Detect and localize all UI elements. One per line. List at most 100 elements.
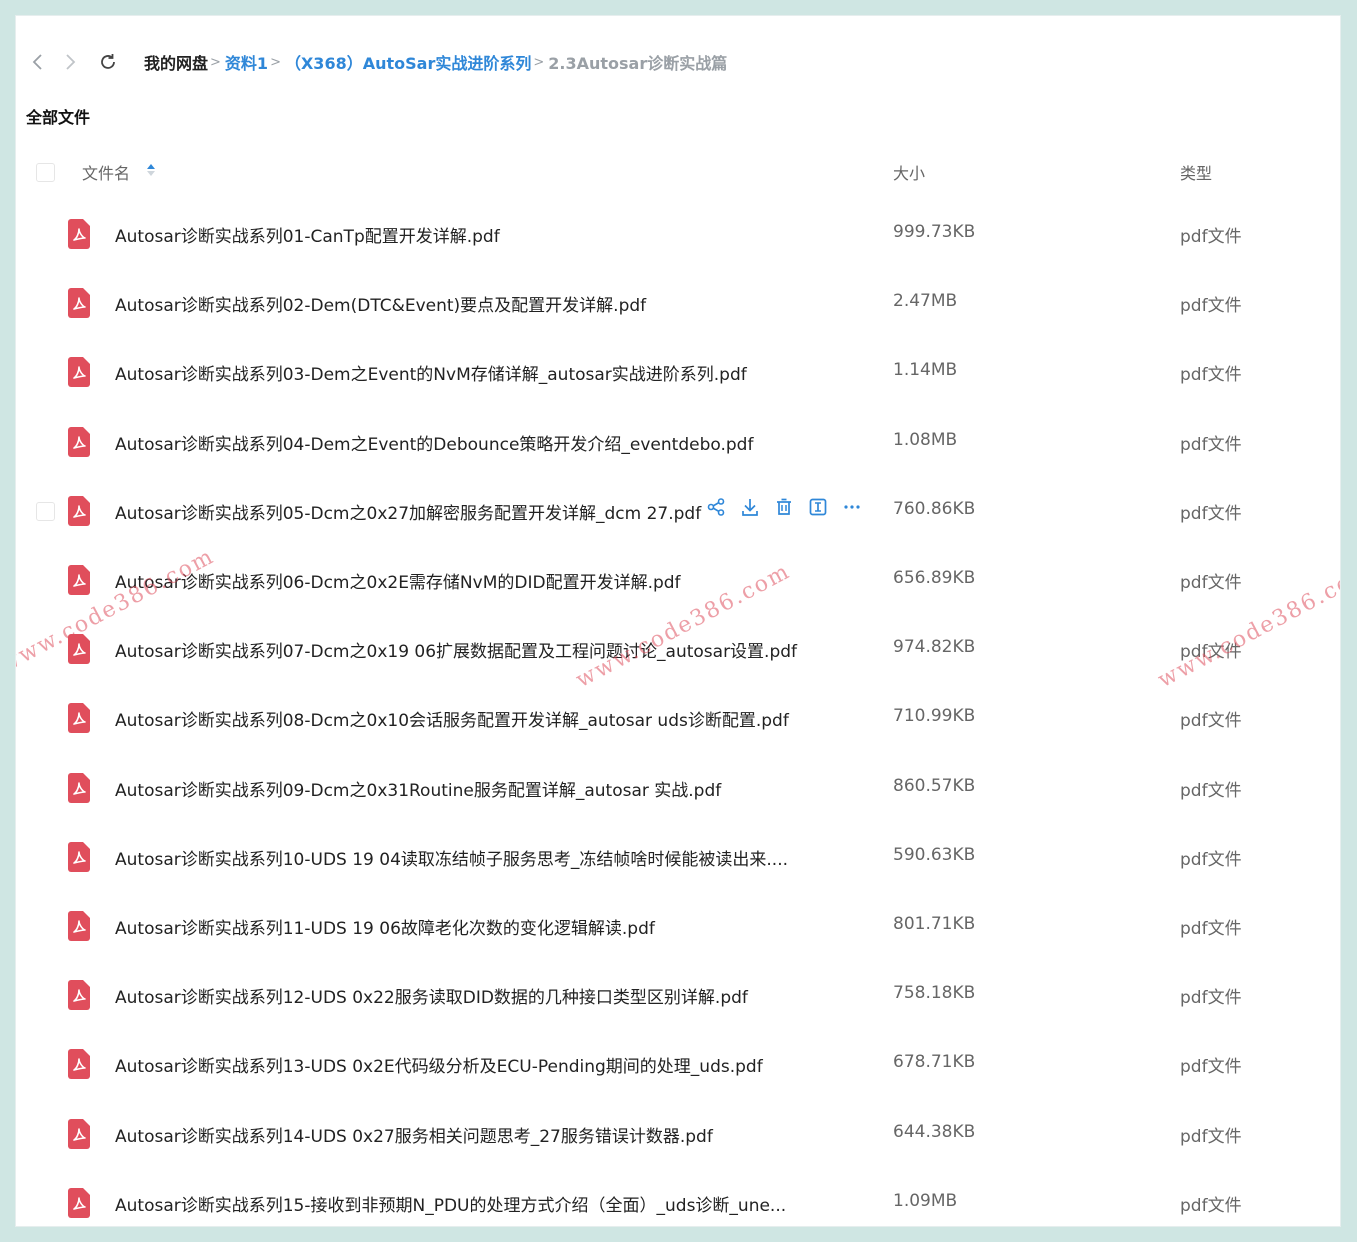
file-type: pdf文件 (1180, 711, 1242, 732)
file-type: pdf文件 (1180, 919, 1242, 939)
file-name-link[interactable]: Autosar诊断实战系列03-Dem之Event的NvM存储详解_autosa… (115, 360, 747, 385)
file-size: 974.82KB (893, 637, 976, 658)
chevron-left-icon (32, 54, 42, 70)
rename-button[interactable] (808, 497, 828, 517)
file-size: 1.09MB (893, 1190, 958, 1211)
file-name-link[interactable]: Autosar诊断实战系列11-UDS 19 06故障老化次数的变化逻辑解读.p… (115, 914, 655, 939)
file-name-link[interactable]: Autosar诊断实战系列15-接收到非预期N_PDU的处理方式介绍（全面）_u… (115, 1191, 786, 1216)
file-name-link[interactable]: Autosar诊断实战系列08-Dcm之0x10会话服务配置开发详解_autos… (115, 706, 789, 731)
file-size: 2.47MB (893, 291, 958, 312)
table-header: 文件名 大小 类型 (16, 154, 1340, 190)
download-button[interactable] (740, 497, 760, 517)
column-header-size[interactable]: 大小 (893, 160, 925, 184)
breadcrumb-item[interactable]: （X368）AutoSar实战进阶系列 (285, 50, 531, 74)
share-button[interactable] (706, 497, 726, 517)
row-checkbox[interactable] (36, 501, 55, 521)
pdf-file-icon (68, 357, 90, 388)
rename-icon (809, 498, 827, 516)
more-icon (844, 505, 860, 509)
file-name-link[interactable]: Autosar诊断实战系列13-UDS 0x2E代码级分析及ECU-Pendin… (115, 1052, 763, 1077)
file-size: 710.99KB (893, 706, 976, 727)
file-size: 656.89KB (893, 568, 976, 588)
pdf-file-icon (68, 703, 90, 734)
file-name-link[interactable]: Autosar诊断实战系列01-CanTp配置开发详解.pdf (115, 222, 500, 247)
file-name-link[interactable]: Autosar诊断实战系列05-Dcm之0x27加解密服务配置开发详解_dcm … (115, 499, 701, 524)
file-size: 801.71KB (893, 914, 976, 934)
file-size: 860.57KB (893, 775, 976, 796)
sort-asc-icon[interactable] (146, 162, 156, 178)
file-name-link[interactable]: Autosar诊断实战系列04-Dem之Event的Debounce策略开发介绍… (115, 430, 753, 455)
table-row[interactable]: Autosar诊断实战系列09-Dcm之0x31Routine服务配置详解_au… (16, 754, 1340, 823)
pdf-file-icon (68, 841, 90, 872)
breadcrumb-separator: > (533, 54, 545, 70)
refresh-button[interactable] (94, 48, 122, 76)
table-row[interactable]: Autosar诊断实战系列01-CanTp配置开发详解.pdf 999.73KB p… (16, 200, 1340, 269)
file-type: pdf文件 (1180, 434, 1242, 455)
more-button[interactable] (842, 497, 862, 517)
breadcrumb: 我的网盘 > 资料1 > （X368）AutoSar实战进阶系列 > 2.3Au… (144, 50, 727, 74)
table-row[interactable]: Autosar诊断实战系列03-Dem之Event的NvM存储详解_autosa… (16, 338, 1340, 407)
file-name-link[interactable]: Autosar诊断实战系列14-UDS 0x27服务相关问题思考_27服务错误计… (115, 1122, 713, 1147)
file-name-link[interactable]: Autosar诊断实战系列07-Dcm之0x19 06扩展数据配置及工程问题讨论… (115, 637, 797, 662)
table-row[interactable]: Autosar诊断实战系列06-Dcm之0x2E需存储NvM的DID配置开发详解… (16, 546, 1340, 615)
file-type: pdf文件 (1180, 780, 1242, 801)
breadcrumb-separator: > (270, 54, 281, 70)
file-size: 678.71KB (893, 1052, 976, 1073)
toolbar: 我的网盘 > 资料1 > （X368）AutoSar实战进阶系列 > 2.3Au… (16, 44, 1340, 80)
file-size: 1.08MB (893, 429, 958, 450)
file-type: pdf文件 (1180, 365, 1242, 386)
table-row[interactable]: Autosar诊断实战系列08-Dcm之0x10会话服务配置开发详解_autos… (16, 684, 1340, 753)
select-all-checkbox[interactable] (36, 163, 55, 182)
table-row[interactable]: Autosar诊断实战系列05-Dcm之0x27加解密服务配置开发详解_dcm … (16, 477, 1340, 546)
table-row[interactable]: Autosar诊断实战系列13-UDS 0x2E代码级分析及ECU-Pendin… (16, 1030, 1340, 1099)
table-row[interactable]: Autosar诊断实战系列11-UDS 19 06故障老化次数的变化逻辑解读.p… (16, 892, 1340, 961)
file-size: 644.38KB (893, 1121, 976, 1142)
share-icon (707, 497, 725, 516)
file-type: pdf文件 (1180, 573, 1242, 593)
file-name-link[interactable]: Autosar诊断实战系列02-Dem(DTC&Event)要点及配置开发详解.… (115, 291, 646, 316)
pdf-file-icon (68, 288, 90, 319)
table-row[interactable]: Autosar诊断实战系列14-UDS 0x27服务相关问题思考_27服务错误计… (16, 1100, 1340, 1169)
file-name-link[interactable]: Autosar诊断实战系列09-Dcm之0x31Routine服务配置详解_au… (115, 776, 721, 801)
pdf-file-icon (68, 980, 90, 1011)
file-type: pdf文件 (1180, 1126, 1242, 1147)
file-size: 999.73KB (893, 222, 976, 242)
refresh-icon (101, 54, 115, 69)
table-row[interactable]: Autosar诊断实战系列12-UDS 0x22服务读取DID数据的几种接口类型… (16, 961, 1340, 1030)
breadcrumb-home[interactable]: 我的网盘 (144, 50, 208, 74)
breadcrumb-item[interactable]: 资料1 (225, 50, 268, 74)
file-type: pdf文件 (1180, 849, 1242, 870)
pdf-file-icon (68, 495, 90, 526)
download-icon (742, 498, 758, 516)
table-row[interactable]: Autosar诊断实战系列04-Dem之Event的Debounce策略开发介绍… (16, 408, 1340, 477)
pdf-file-icon (68, 219, 90, 249)
file-type: pdf文件 (1180, 1195, 1242, 1216)
file-type: pdf文件 (1180, 988, 1242, 1009)
file-name-link[interactable]: Autosar诊断实战系列12-UDS 0x22服务读取DID数据的几种接口类型… (115, 983, 748, 1008)
pdf-file-icon (68, 565, 90, 595)
file-size: 758.18KB (893, 983, 976, 1004)
file-size: 590.63KB (893, 844, 976, 865)
back-button[interactable] (24, 48, 52, 76)
breadcrumb-current: 2.3Autosar诊断实战篇 (548, 54, 728, 73)
forward-button[interactable] (56, 48, 84, 76)
pdf-file-icon (68, 1118, 90, 1149)
page-title: 全部文件 (26, 108, 91, 127)
column-header-name[interactable]: 文件名 (82, 160, 130, 184)
file-type: pdf文件 (1180, 503, 1242, 524)
table-row[interactable]: Autosar诊断实战系列15-接收到非预期N_PDU的处理方式介绍（全面）_u… (16, 1169, 1340, 1226)
delete-icon (777, 498, 791, 515)
column-header-type[interactable]: 类型 (1180, 160, 1212, 184)
pdf-file-icon (68, 1049, 90, 1080)
file-name-link[interactable]: Autosar诊断实战系列10-UDS 19 04读取冻结帧子服务思考_冻结帧啥… (115, 845, 788, 870)
file-type: pdf文件 (1180, 296, 1242, 317)
file-size: 1.14MB (893, 360, 958, 381)
row-actions (706, 497, 862, 517)
breadcrumb-separator: > (210, 54, 221, 70)
delete-button[interactable] (774, 497, 794, 517)
file-type: pdf文件 (1180, 227, 1242, 247)
file-size: 760.86KB (893, 498, 976, 519)
table-row[interactable]: Autosar诊断实战系列02-Dem(DTC&Event)要点及配置开发详解.… (16, 269, 1340, 338)
table-row[interactable]: Autosar诊断实战系列10-UDS 19 04读取冻结帧子服务思考_冻结帧啥… (16, 823, 1340, 892)
file-browser-window: 我的网盘 > 资料1 > （X368）AutoSar实战进阶系列 > 2.3Au… (16, 16, 1340, 1226)
